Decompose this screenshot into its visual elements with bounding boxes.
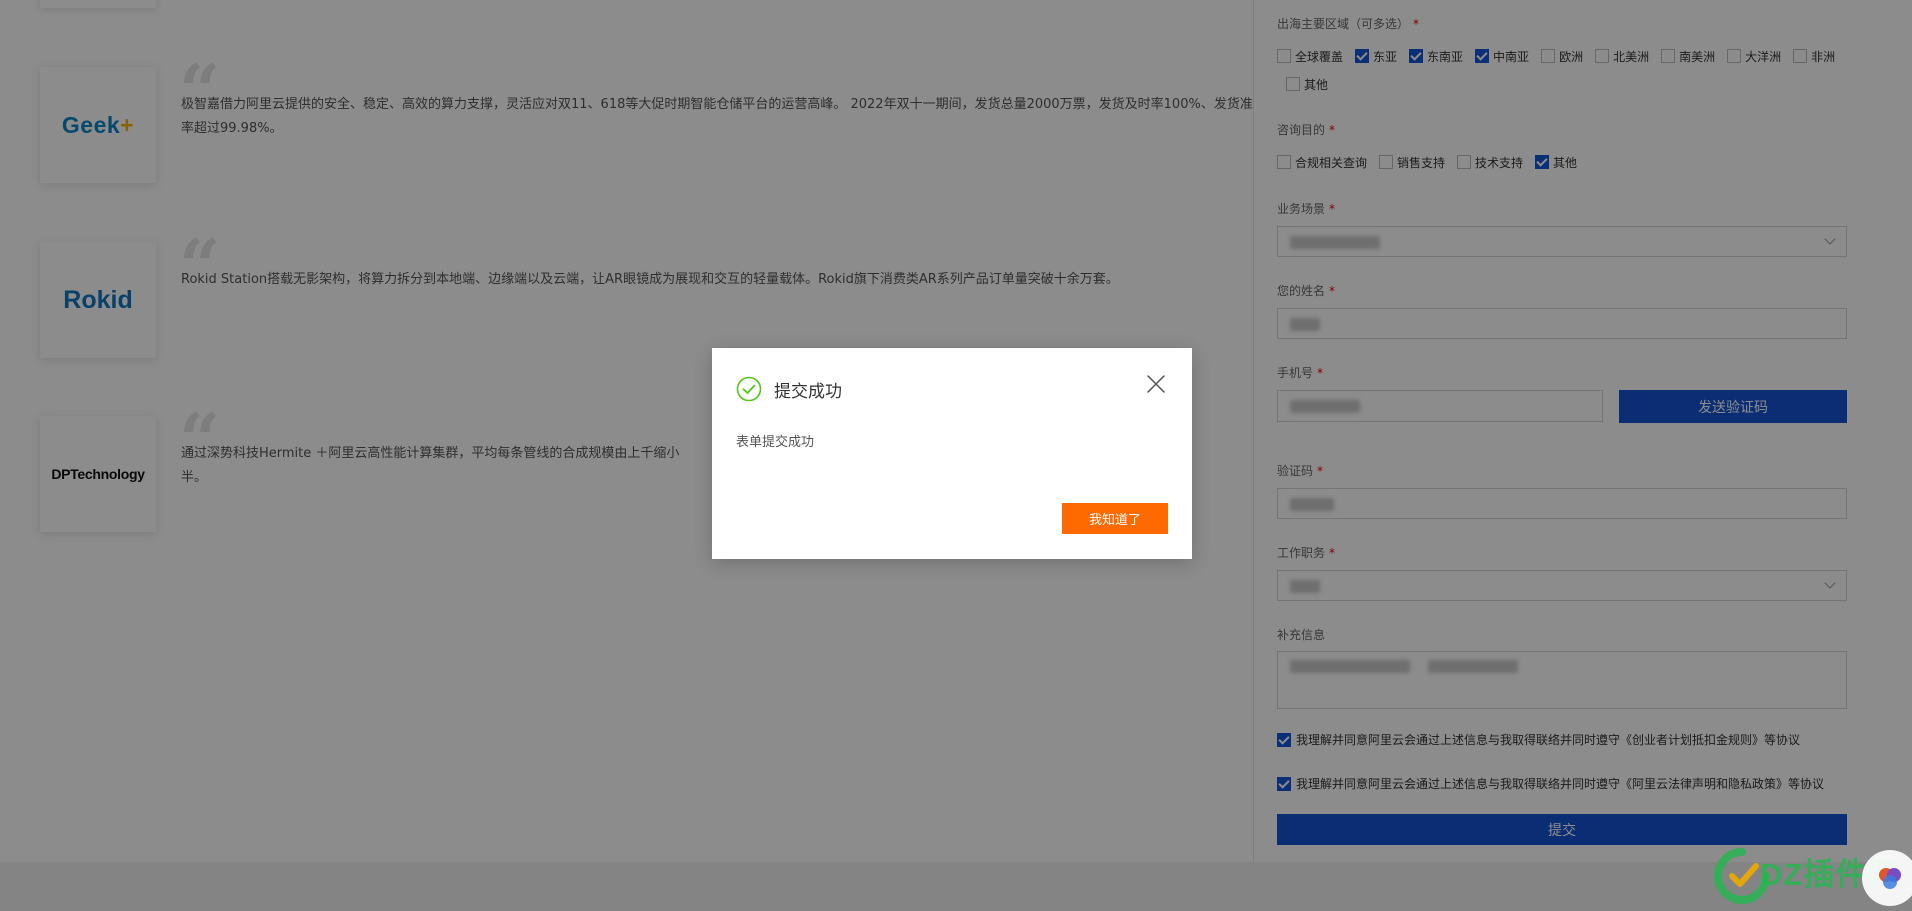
assistant-badge[interactable]	[1862, 850, 1912, 906]
success-dialog: 提交成功 表单提交成功 我知道了	[712, 348, 1192, 559]
brain-icon	[1879, 868, 1901, 889]
dialog-message: 表单提交成功	[736, 435, 815, 450]
dialog-title: 提交成功	[774, 382, 842, 402]
acknowledge-button[interactable]: 我知道了	[1062, 503, 1168, 534]
success-check-icon	[736, 376, 762, 402]
close-icon[interactable]	[1145, 373, 1167, 395]
